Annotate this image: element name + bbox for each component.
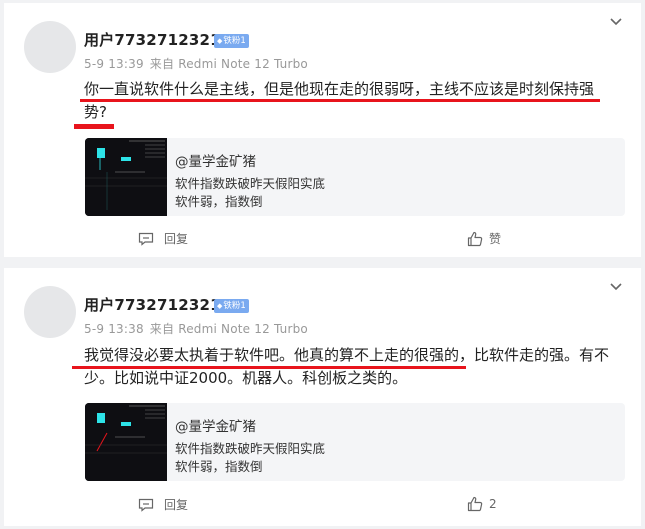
highlight-underline — [80, 99, 600, 102]
reply-button[interactable]: 回复 — [138, 496, 188, 513]
comment-meta: 5-9 13:38 来自 Redmi Note 12 Turbo — [84, 320, 314, 337]
quote-text-line: 软件指数跌破昨天假阳实底 — [175, 441, 326, 456]
reply-label: 回复 — [164, 232, 189, 246]
chevron-down-icon[interactable] — [609, 15, 623, 27]
highlight-underline — [74, 124, 114, 129]
comment-meta: 5-9 13:39 来自 Redmi Note 12 Turbo — [84, 55, 314, 72]
reply-label: 回复 — [164, 498, 189, 512]
like-count: 2 — [489, 497, 497, 511]
like-button[interactable]: 2 — [467, 496, 497, 512]
reply-button[interactable]: 回复 — [138, 230, 188, 247]
badge-icon: ◆ — [217, 302, 223, 310]
comment-card: 用户7732712321 ◆铁粉1 5-9 13:39 来自 Redmi Note… — [4, 3, 641, 257]
username[interactable]: 用户7732712321 — [84, 29, 221, 50]
comment-source: 来自 Redmi Note 12 Turbo — [149, 57, 308, 71]
badge-label: 铁粉1 — [223, 301, 246, 311]
avatar[interactable] — [24, 286, 76, 338]
like-button[interactable]: 赞 — [467, 230, 501, 247]
quote-author[interactable]: @量学金矿猪 — [175, 415, 256, 435]
quote-text-line: 软件指数跌破昨天假阳实底 — [175, 176, 326, 191]
thumbs-up-icon — [467, 496, 483, 512]
quote-text-line: 软件弱，指数倒 — [175, 194, 263, 209]
thumbs-up-icon — [467, 231, 483, 246]
reply-icon — [138, 232, 154, 246]
reply-icon — [138, 498, 154, 512]
avatar[interactable] — [24, 21, 76, 73]
quote-text-line: 软件弱，指数倒 — [175, 459, 263, 474]
chart-thumbnail — [85, 403, 167, 481]
quoted-post[interactable]: @量学金矿猪 软件指数跌破昨天假阳实底 软件弱，指数倒 — [85, 403, 625, 481]
chart-thumbnail — [85, 138, 167, 216]
quote-author[interactable]: @量学金矿猪 — [175, 150, 256, 170]
badge-label: 铁粉1 — [223, 36, 246, 46]
username[interactable]: 用户7732712321 — [84, 294, 221, 315]
highlight-underline — [72, 366, 466, 369]
comment-source: 来自 Redmi Note 12 Turbo — [149, 322, 308, 336]
fan-badge: ◆铁粉1 — [214, 34, 249, 48]
chevron-down-icon[interactable] — [609, 280, 623, 292]
comment-date: 5-9 13:39 — [84, 57, 144, 71]
quoted-post[interactable]: @量学金矿猪 软件指数跌破昨天假阳实底 软件弱，指数倒 — [85, 138, 625, 216]
comment-date: 5-9 13:38 — [84, 322, 144, 336]
fan-badge: ◆铁粉1 — [214, 299, 249, 313]
comment-card: 用户7732712321 ◆铁粉1 5-9 13:38 来自 Redmi Note… — [4, 268, 641, 526]
like-label: 赞 — [489, 232, 502, 246]
badge-icon: ◆ — [217, 37, 223, 45]
